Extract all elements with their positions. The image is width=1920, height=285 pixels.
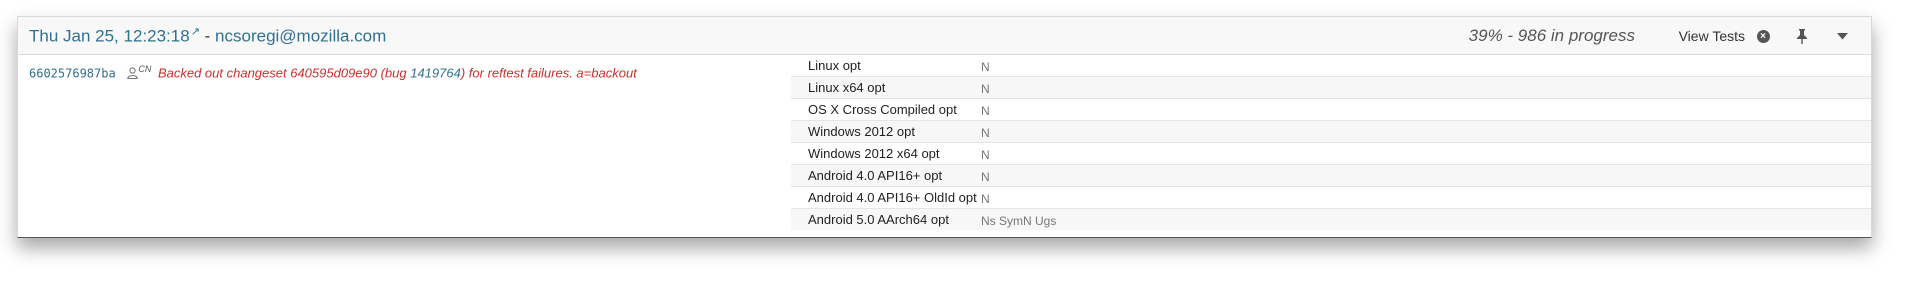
platform-label: Android 4.0 API16+ opt [808,168,943,183]
revision-row: 6602576987ba CN Backed out changeset 640… [29,64,637,82]
caret-down-icon[interactable] [1833,27,1851,45]
external-link-icon[interactable]: ↗ [191,26,200,38]
job-table: Linux opt N Linux x64 opt N OS X Cross C… [791,55,1871,230]
title-separator: - [204,26,211,46]
commit-message: Backed out changeset 640595d09e90 (bug 1… [158,65,637,80]
platform-label: Linux x64 opt [808,80,886,95]
job-group-button[interactable]: N [981,60,990,74]
platform-label: Windows 2012 x64 opt [808,146,940,161]
platform-label: Linux opt [808,58,861,73]
push-header: Thu Jan 25, 12:23:18↗ - ncsoregi@mozilla… [18,17,1871,55]
commit-message-text-end: ) for reftest failures. a=backout [460,65,637,81]
job-group-button[interactable]: N [981,192,990,206]
push-card: Thu Jan 25, 12:23:18↗ - ncsoregi@mozilla… [17,16,1872,238]
platform-label: Windows 2012 opt [808,124,915,139]
push-author-link[interactable]: ncsoregi@mozilla.com [215,27,386,46]
revision-hash-link[interactable]: 6602576987ba [29,66,116,80]
job-row: Android 4.0 API16+ OldId opt N [791,187,1871,209]
commit-message-text: Backed out changeset 640595d09e90 (bug [157,65,411,81]
job-group-button[interactable]: N [981,148,990,162]
job-group-button[interactable]: N [981,104,990,118]
close-circle-icon[interactable]: × [1754,27,1772,45]
job-row: Linux x64 opt N [791,77,1871,99]
job-row: Linux opt N [791,55,1871,77]
bug-link[interactable]: 1419764 [410,65,461,80]
job-group-button[interactable]: N [981,170,990,184]
pin-icon[interactable] [1793,27,1811,45]
job-group-button[interactable]: Ns SymN Ugs [981,214,1056,228]
job-group-button[interactable]: N [981,126,990,140]
user-icon [127,67,139,82]
platform-label: Android 4.0 API16+ OldId opt [808,190,977,205]
push-date-link[interactable]: Thu Jan 25, 12:23:18 [29,27,190,46]
push-progress: 39% - 986 in progress [1468,26,1635,45]
job-row: OS X Cross Compiled opt N [791,99,1871,121]
job-row: Android 4.0 API16+ opt N [791,165,1871,187]
platform-label: Android 5.0 AArch64 opt [808,212,949,227]
job-row: Android 5.0 AArch64 opt Ns SymN Ugs [791,209,1871,230]
job-row: Windows 2012 x64 opt N [791,143,1871,165]
job-group-button[interactable]: N [981,82,990,96]
view-tests-button[interactable]: View Tests [1679,28,1745,44]
push-title: Thu Jan 25, 12:23:18↗ - ncsoregi@mozilla… [29,25,386,47]
author-initials: CN [138,64,152,74]
platform-label: OS X Cross Compiled opt [808,102,957,117]
job-row: Windows 2012 opt N [791,121,1871,143]
